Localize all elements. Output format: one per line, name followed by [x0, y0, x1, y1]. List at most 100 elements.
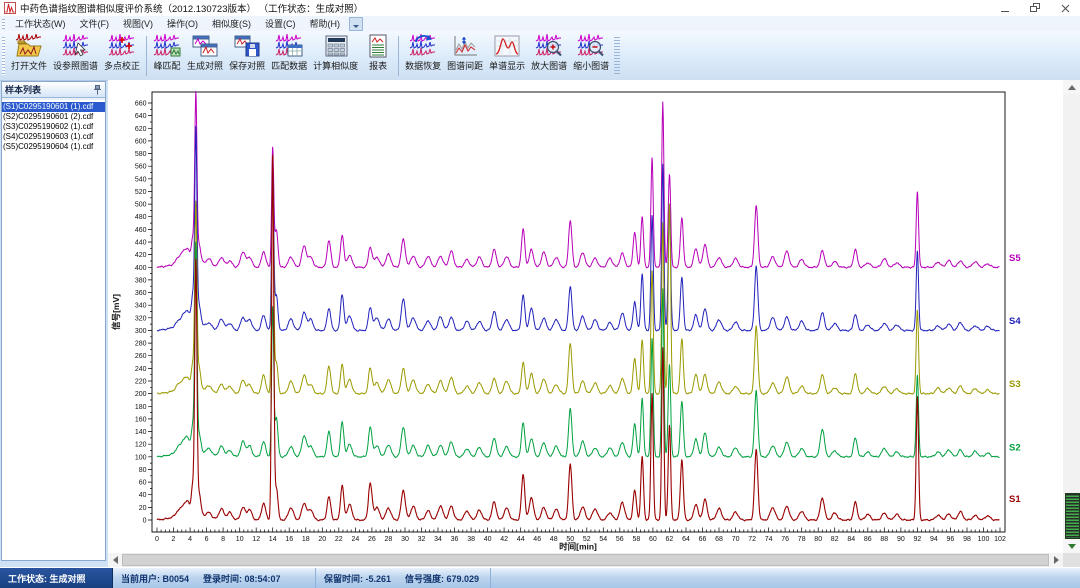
- svg-text:6: 6: [205, 536, 209, 543]
- toolbar-button-spectra-spacing[interactable]: 图谱间距: [444, 33, 486, 78]
- close-button[interactable]: [1050, 0, 1080, 16]
- svg-text:420: 420: [135, 252, 147, 259]
- svg-text:70: 70: [732, 536, 740, 543]
- svg-text:32: 32: [418, 536, 426, 543]
- sample-list-item-2[interactable]: (S2)C0295190601 (2).cdf: [2, 112, 105, 122]
- menubar-overflow-button[interactable]: [349, 17, 363, 31]
- toolbar-button-calc-similarity[interactable]: 计算相似度: [310, 33, 361, 78]
- app-logo-icon: [4, 2, 16, 14]
- minimize-button[interactable]: [990, 0, 1020, 16]
- scroll-left-button[interactable]: [108, 553, 122, 567]
- toolbar: 打开文件 设参照图谱 多点校正 峰匹配 生成对照 保存对照: [0, 31, 1080, 81]
- svg-text:440: 440: [135, 240, 147, 247]
- svg-text:480: 480: [135, 214, 147, 221]
- svg-text:48: 48: [550, 536, 558, 543]
- menu-item-1[interactable]: 文件(F): [73, 15, 117, 32]
- svg-text:22: 22: [335, 536, 343, 543]
- toolbar-button-match-data[interactable]: 匹配数据: [268, 33, 310, 78]
- scroll-right-button[interactable]: [1049, 553, 1063, 567]
- status-filler: [491, 568, 1080, 588]
- svg-text:90: 90: [897, 536, 905, 543]
- pushpin-icon[interactable]: [93, 85, 102, 95]
- scroll-down-button[interactable]: [1063, 539, 1080, 553]
- svg-text:24: 24: [352, 536, 360, 543]
- svg-text:200: 200: [135, 391, 147, 398]
- zoom-in-icon: [535, 34, 563, 58]
- svg-text:92: 92: [914, 536, 922, 543]
- sample-list-title: 样本列表: [5, 83, 41, 96]
- svg-text:96: 96: [947, 536, 955, 543]
- toolbar-button-open-file[interactable]: 打开文件: [8, 33, 50, 78]
- sample-list-item-4[interactable]: (S4)C0295190603 (1).cdf: [2, 132, 105, 142]
- toolbar-button-label: 设参照图谱: [53, 59, 98, 72]
- svg-text:180: 180: [135, 404, 147, 411]
- toolbar-grip[interactable]: [2, 37, 5, 75]
- close-icon: [1061, 4, 1070, 13]
- toolbar-button-peak-match[interactable]: 峰匹配: [150, 33, 184, 78]
- svg-text:10: 10: [236, 536, 244, 543]
- toolbar-button-label: 图谱间距: [447, 59, 483, 72]
- toolbar-button-set-reference[interactable]: 设参照图谱: [50, 33, 101, 78]
- toolbar-button-label: 生成对照: [187, 59, 223, 72]
- svg-text:信号[mV]: 信号[mV]: [111, 294, 121, 330]
- arrow-up-icon: [1068, 85, 1076, 90]
- menu-item-6[interactable]: 帮助(H): [303, 15, 348, 32]
- sample-list-item-5[interactable]: (S5)C0295190604 (1).cdf: [2, 142, 105, 152]
- toolbar-button-generate-reference[interactable]: 生成对照: [184, 33, 226, 78]
- menubar-grip[interactable]: [2, 19, 5, 29]
- vertical-scrollbar[interactable]: [1063, 80, 1080, 553]
- svg-text:280: 280: [135, 341, 147, 348]
- svg-text:4: 4: [188, 536, 192, 543]
- toolbar-overflow-grip[interactable]: [614, 37, 620, 75]
- toolbar-button-label: 缩小图谱: [573, 59, 609, 72]
- menu-item-5[interactable]: 设置(C): [258, 15, 303, 32]
- svg-text:64: 64: [682, 536, 690, 543]
- svg-text:240: 240: [135, 366, 147, 373]
- window-controls: [990, 0, 1080, 16]
- sample-list-panel: 样本列表 (S1)C0295190601 (1).cdf(S2)C0295190…: [1, 81, 106, 561]
- toolbar-button-zoom-in[interactable]: 放大图谱: [528, 33, 570, 78]
- toolbar-button-label: 匹配数据: [271, 59, 307, 72]
- toolbar-button-label: 放大图谱: [531, 59, 567, 72]
- toolbar-button-report[interactable]: 报表: [361, 33, 395, 78]
- svg-text:260: 260: [135, 353, 147, 360]
- horizontal-scrollbar[interactable]: [108, 553, 1063, 567]
- svg-text:72: 72: [748, 536, 756, 543]
- series-S4: [157, 127, 1000, 332]
- toolbar-button-data-restore[interactable]: 数据恢复: [402, 33, 444, 78]
- open-file-icon: [15, 34, 43, 58]
- arrow-right-icon: [1054, 556, 1059, 564]
- sample-list-item-1[interactable]: (S1)C0295190601 (1).cdf: [2, 102, 105, 112]
- toolbar-button-multi-point-calibration[interactable]: 多点校正: [101, 33, 143, 78]
- sample-list-item-3[interactable]: (S3)C0295190602 (1).cdf: [2, 122, 105, 132]
- menu-item-3[interactable]: 操作(O): [160, 15, 205, 32]
- svg-text:80: 80: [814, 536, 822, 543]
- svg-text:98: 98: [963, 536, 971, 543]
- series-S1: [157, 155, 1000, 521]
- generate-reference-icon: [191, 34, 219, 58]
- series-label-S3: S3: [1009, 379, 1021, 390]
- toolbar-button-save-reference[interactable]: 保存对照: [226, 33, 268, 78]
- horizontal-scroll-track[interactable]: [122, 553, 1049, 567]
- svg-text:140: 140: [135, 429, 147, 436]
- svg-text:66: 66: [699, 536, 707, 543]
- menu-item-0[interactable]: 工作状态(W): [8, 15, 73, 32]
- peak-match-icon: [153, 34, 181, 58]
- restore-button[interactable]: [1020, 0, 1050, 16]
- chromatogram-chart[interactable]: 0246810121416182022242628303234363840424…: [108, 80, 1063, 553]
- toolbar-separator: [146, 36, 147, 76]
- svg-text:8: 8: [221, 536, 225, 543]
- vertical-scroll-thumb[interactable]: [1065, 493, 1080, 539]
- vertical-scroll-track[interactable]: [1063, 94, 1080, 539]
- toolbar-button-single-spectrum[interactable]: 单谱显示: [486, 33, 528, 78]
- menu-item-2[interactable]: 视图(V): [116, 15, 160, 32]
- svg-text:62: 62: [666, 536, 674, 543]
- chart-panel: 0246810121416182022242628303234363840424…: [108, 80, 1063, 553]
- scroll-up-button[interactable]: [1063, 80, 1080, 94]
- status-retention-time: 保留时间: -5.261: [324, 572, 391, 585]
- status-login-time: 登录时间: 08:54:07: [203, 572, 281, 585]
- horizontal-scroll-thumb[interactable]: [122, 554, 1049, 566]
- toolbar-button-label: 计算相似度: [313, 59, 358, 72]
- menu-item-4[interactable]: 相似度(S): [205, 15, 258, 32]
- toolbar-button-zoom-out[interactable]: 缩小图谱: [570, 33, 612, 78]
